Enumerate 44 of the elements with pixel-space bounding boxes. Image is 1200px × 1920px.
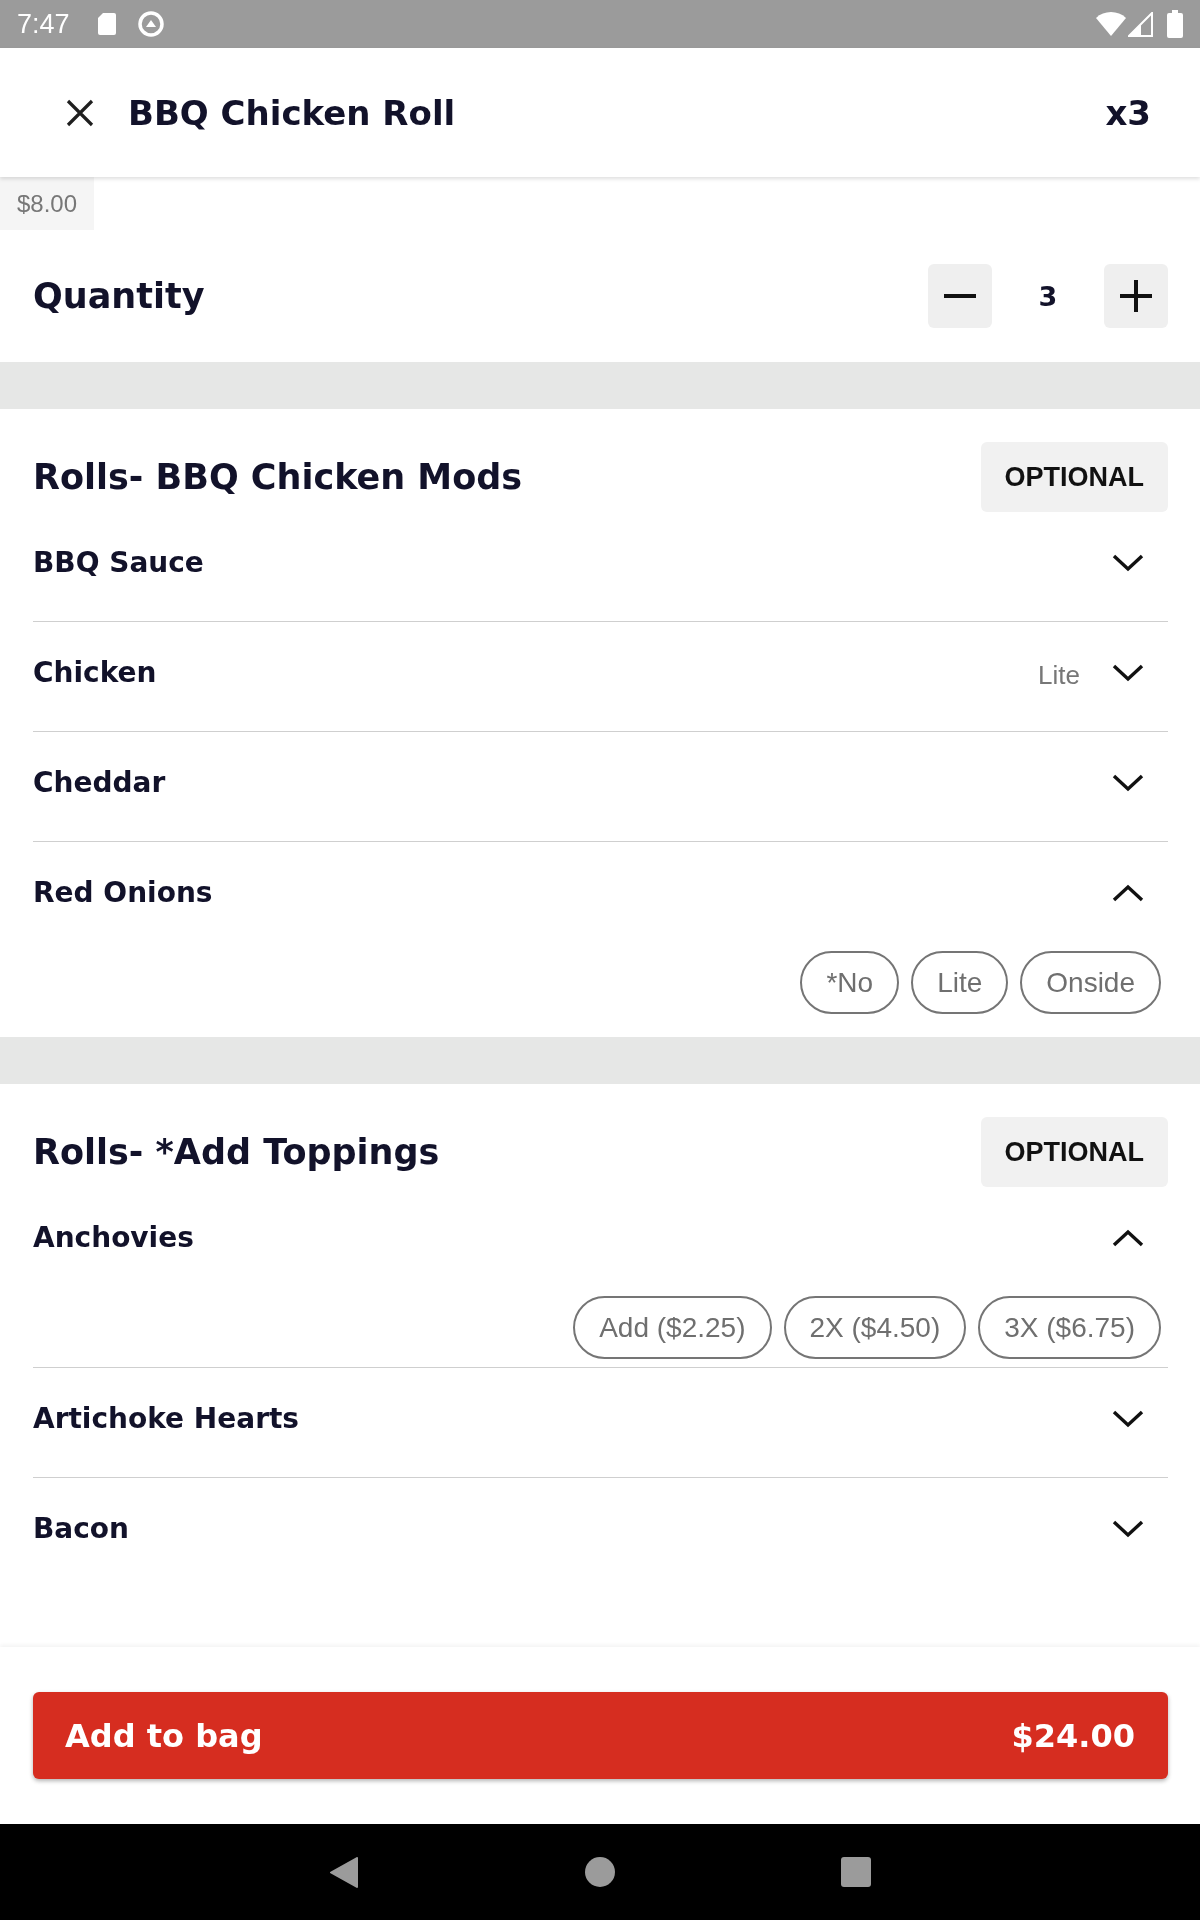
chevron-down-icon[interactable]	[1112, 1519, 1144, 1538]
quantity-count: x3	[1105, 92, 1151, 133]
section-title: Rolls- *Add Toppings	[33, 1132, 441, 1172]
add-to-bag-button[interactable]: Add to bag $24.00	[33, 1692, 1168, 1779]
home-icon[interactable]	[585, 1857, 615, 1887]
modifier-name: Chicken	[33, 656, 158, 689]
chevron-down-icon[interactable]	[1112, 1409, 1144, 1428]
modifier-name: BBQ Sauce	[33, 546, 205, 579]
option-chip[interactable]: Onside	[1020, 951, 1161, 1014]
optional-badge: OPTIONAL	[980, 1117, 1168, 1187]
wifi-icon	[1096, 12, 1126, 36]
option-chip[interactable]: Lite	[911, 951, 1009, 1014]
quantity-value: 3	[1037, 280, 1059, 312]
modifier-name: Bacon	[33, 1512, 130, 1545]
increase-button[interactable]	[1104, 264, 1168, 328]
signal-icon	[1128, 11, 1153, 37]
battery-icon	[1167, 10, 1183, 38]
option-chip[interactable]: 3X ($6.75)	[978, 1296, 1161, 1359]
chevron-up-icon[interactable]	[1112, 883, 1144, 902]
optional-badge: OPTIONAL	[980, 442, 1168, 512]
option-chip[interactable]: 2X ($4.50)	[783, 1296, 967, 1359]
modifier-name: Red Onions	[33, 876, 214, 909]
chevron-down-icon[interactable]	[1112, 773, 1144, 792]
modifier-name: Anchovies	[33, 1221, 195, 1254]
option-chip[interactable]: *No	[800, 951, 900, 1014]
chevron-down-icon[interactable]	[1112, 553, 1144, 572]
ring-icon	[137, 11, 164, 37]
modifier-name: Cheddar	[33, 766, 167, 799]
decrease-button[interactable]	[928, 264, 992, 328]
status-time: 7:47	[17, 8, 70, 40]
chevron-up-icon[interactable]	[1112, 1228, 1144, 1247]
plus-icon	[1120, 280, 1152, 312]
minus-icon	[944, 294, 976, 298]
option-chip[interactable]: Add ($2.25)	[573, 1296, 772, 1359]
quantity-label: Quantity	[33, 276, 206, 316]
chevron-down-icon[interactable]	[1112, 663, 1144, 682]
selected-value: Lite	[1038, 660, 1080, 691]
back-icon[interactable]	[329, 1856, 359, 1888]
sd-card-icon	[97, 13, 116, 35]
close-icon[interactable]	[66, 98, 94, 127]
modifier-name: Artichoke Hearts	[33, 1402, 300, 1435]
section-title: Rolls- BBQ Chicken Mods	[33, 457, 524, 497]
price-tag: $8.00	[0, 177, 95, 230]
item-title: BBQ Chicken Roll	[128, 92, 457, 133]
